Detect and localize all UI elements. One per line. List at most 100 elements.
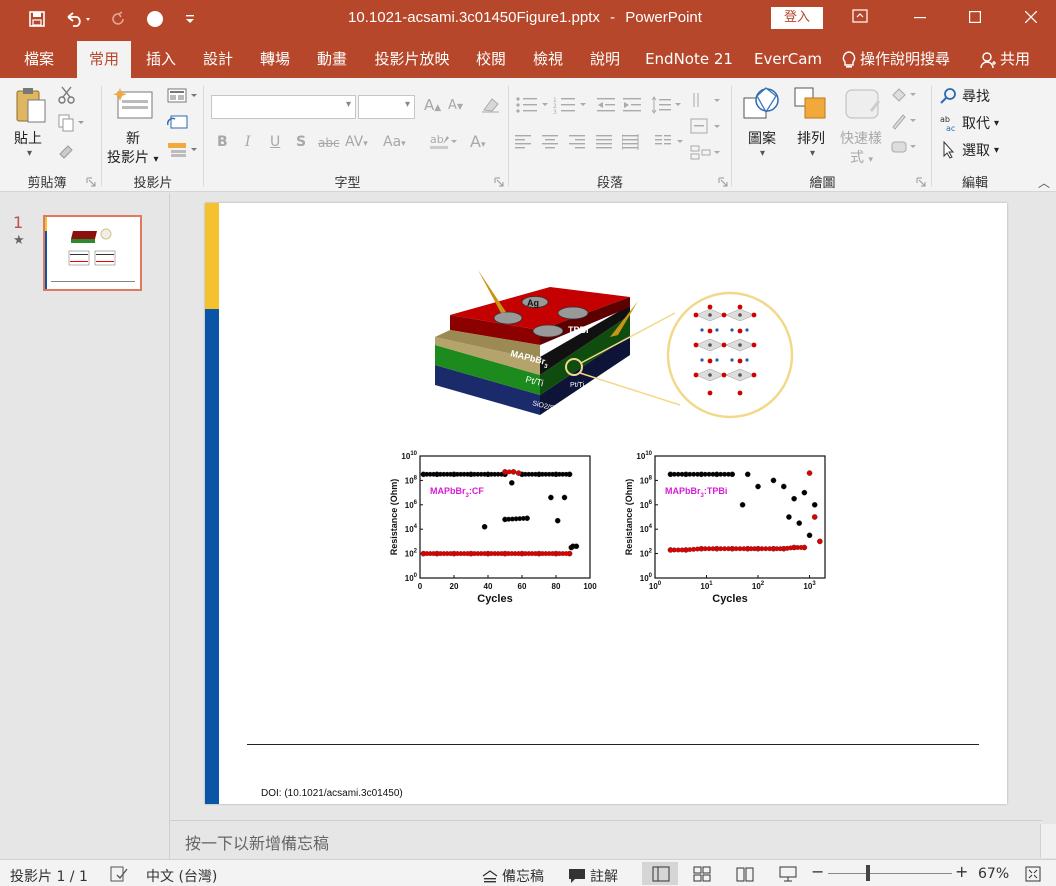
arrange-icon[interactable] xyxy=(793,86,829,125)
drawing-launcher-icon[interactable] xyxy=(916,176,926,190)
zoom-slider-track[interactable] xyxy=(828,873,952,874)
zoom-out-icon[interactable]: − xyxy=(811,862,824,881)
device-schematic[interactable]: Ag TPBI MAPbBr3 Pt/Ti Pt/Ti SiO2/Si xyxy=(430,265,800,425)
minimize-button[interactable] xyxy=(905,6,935,30)
align-left-icon[interactable] xyxy=(515,134,533,153)
tell-me-search[interactable]: 操作說明搜尋 xyxy=(842,41,964,78)
align-right-icon[interactable] xyxy=(569,134,587,153)
quick-styles-label-line1[interactable]: 快速樣 xyxy=(840,128,882,148)
undo-icon[interactable] xyxy=(60,8,96,30)
doi-footnote[interactable]: DOI: (10.1021/acsami.3c01450) xyxy=(261,788,403,799)
save-icon[interactable] xyxy=(24,8,50,30)
change-case-button[interactable]: Aa▾ xyxy=(383,134,406,150)
zoom-level[interactable]: 67% xyxy=(978,866,1009,882)
columns-icon[interactable] xyxy=(655,134,687,153)
underline-button[interactable]: U xyxy=(270,134,280,150)
align-text-icon[interactable] xyxy=(690,118,722,139)
new-slide-icon[interactable] xyxy=(113,86,155,123)
share-button[interactable]: 共用 xyxy=(980,41,1042,78)
tab-insert[interactable]: 插入 xyxy=(136,41,186,78)
zoom-slider-thumb[interactable] xyxy=(866,865,870,881)
paste-icon[interactable] xyxy=(14,86,48,126)
notes-button[interactable]: 備忘稿 xyxy=(482,866,544,886)
copy-icon[interactable] xyxy=(58,114,86,135)
slide-canvas[interactable]: Ag TPBI MAPbBr3 Pt/Ti Pt/Ti SiO2/Si 100 1… xyxy=(205,203,1007,804)
tab-view[interactable]: 檢視 xyxy=(523,41,573,78)
fit-to-window-icon[interactable] xyxy=(1025,866,1041,886)
redo-icon[interactable] xyxy=(106,8,130,30)
line-spacing-icon[interactable] xyxy=(651,96,683,117)
new-slide-label-line2[interactable]: 投影片 ▾ xyxy=(107,147,158,167)
language-indicator[interactable]: 中文 (台灣) xyxy=(146,866,217,886)
tab-evercam[interactable]: EverCam xyxy=(748,41,828,78)
distributed-icon[interactable] xyxy=(621,134,640,153)
shape-fill-icon[interactable] xyxy=(890,86,920,107)
shapes-label[interactable]: 圖案 xyxy=(748,128,776,148)
character-spacing-button[interactable]: AV▾ xyxy=(345,134,368,150)
shape-outline-icon[interactable] xyxy=(890,112,920,133)
tab-transitions[interactable]: 轉場 xyxy=(250,41,300,78)
decrease-indent-icon[interactable] xyxy=(597,96,617,117)
shrink-font-icon[interactable]: A▼ xyxy=(448,98,463,113)
clipboard-launcher-icon[interactable] xyxy=(86,176,96,190)
shapes-dropdown-icon[interactable]: ▾ xyxy=(760,148,765,159)
tab-endnote[interactable]: EndNote 21 xyxy=(640,41,738,78)
new-slide-label-line1[interactable]: 新 xyxy=(126,128,140,148)
shadow-button[interactable]: S xyxy=(296,134,306,150)
shapes-icon[interactable] xyxy=(742,86,782,125)
shape-effects-icon[interactable] xyxy=(890,138,920,159)
arrange-label[interactable]: 排列 xyxy=(797,128,825,148)
tab-slideshow[interactable]: 投影片放映 xyxy=(368,41,456,78)
font-color-button[interactable]: A▾ xyxy=(470,132,485,151)
notes-pane[interactable]: 按一下以新增備忘稿 xyxy=(170,820,1042,858)
clear-formatting-icon[interactable] xyxy=(481,96,501,117)
quick-styles-label-line2[interactable]: 式 ▾ xyxy=(850,147,873,167)
normal-view-icon[interactable] xyxy=(652,866,670,886)
tab-design[interactable]: 設計 xyxy=(193,41,243,78)
section-icon[interactable] xyxy=(167,142,199,161)
collapse-ribbon-icon[interactable]: ︿ xyxy=(1038,174,1050,191)
paste-label[interactable]: 貼上 xyxy=(14,128,42,148)
ribbon-display-options-icon[interactable] xyxy=(845,6,875,30)
reading-view-icon[interactable] xyxy=(736,866,754,886)
text-direction-icon[interactable] xyxy=(690,92,722,113)
comments-button[interactable]: 註解 xyxy=(568,866,618,886)
quick-styles-icon[interactable] xyxy=(844,86,882,125)
replace-button[interactable]: ab ac 取代 ▾ xyxy=(940,113,999,133)
record-icon[interactable] xyxy=(143,8,167,30)
notes-scrollbar[interactable] xyxy=(1040,824,1056,858)
login-button[interactable]: 登入 xyxy=(771,7,823,29)
increase-indent-icon[interactable] xyxy=(623,96,643,117)
paragraph-launcher-icon[interactable] xyxy=(718,176,728,190)
customize-toolbar-icon[interactable] xyxy=(180,8,200,30)
tab-home[interactable]: 常用 xyxy=(77,41,131,78)
bold-button[interactable]: B xyxy=(217,134,228,150)
slide-thumbnail[interactable] xyxy=(43,215,142,291)
tab-file[interactable]: 檔案 xyxy=(12,41,66,78)
reset-slide-icon[interactable] xyxy=(167,115,189,134)
zoom-in-icon[interactable]: + xyxy=(955,862,968,881)
find-button[interactable]: 尋找 xyxy=(940,86,990,106)
font-name-combo[interactable] xyxy=(211,95,356,119)
close-button[interactable] xyxy=(1016,6,1046,30)
arrange-dropdown-icon[interactable]: ▾ xyxy=(810,148,815,159)
font-launcher-icon[interactable] xyxy=(494,176,504,190)
grow-font-icon[interactable]: A▲ xyxy=(424,96,441,114)
notes-placeholder[interactable]: 按一下以新增備忘稿 xyxy=(185,830,329,854)
align-center-icon[interactable] xyxy=(542,134,560,153)
cut-icon[interactable] xyxy=(58,86,76,107)
paste-dropdown-icon[interactable]: ▾ xyxy=(27,148,32,159)
tab-help[interactable]: 說明 xyxy=(580,41,630,78)
layout-icon[interactable] xyxy=(167,88,199,107)
font-size-combo[interactable] xyxy=(358,95,415,119)
slideshow-view-icon[interactable] xyxy=(779,866,797,886)
italic-button[interactable]: I xyxy=(245,134,251,150)
strikethrough-button[interactable]: abc xyxy=(318,136,340,150)
tab-animations[interactable]: 動畫 xyxy=(307,41,357,78)
highlight-icon[interactable]: ab xyxy=(429,132,459,153)
numbering-icon[interactable]: 123 xyxy=(553,96,589,117)
slide-sorter-icon[interactable] xyxy=(693,866,711,886)
justify-icon[interactable] xyxy=(596,134,614,153)
maximize-button[interactable] xyxy=(960,6,990,30)
select-button[interactable]: 選取 ▾ xyxy=(940,140,999,160)
